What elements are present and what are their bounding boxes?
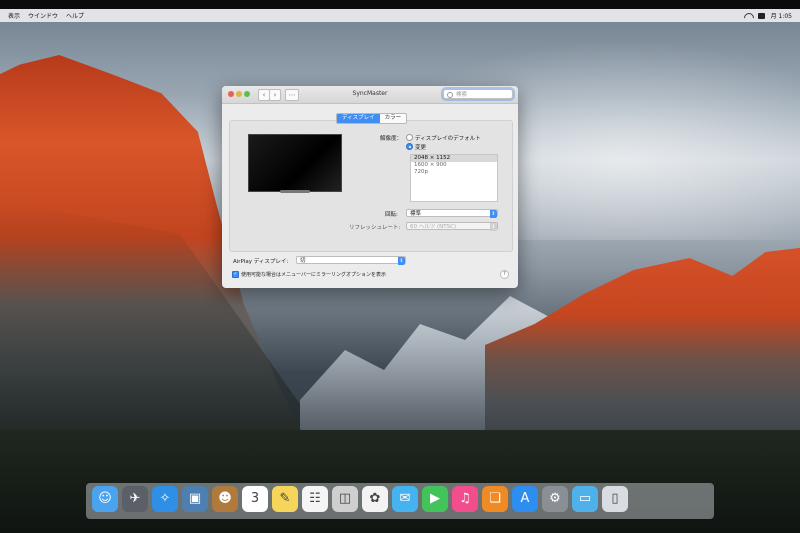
reminders-icon[interactable]: ☷ (302, 486, 328, 512)
search-field[interactable]: 検索 (441, 87, 515, 101)
refresh-rate-select[interactable]: 60 ヘルツ (NTSC) ⇕ (406, 222, 498, 231)
chevron-updown-icon: ⇕ (490, 223, 497, 231)
radio-default-label[interactable]: ディスプレイのデフォルト (415, 134, 481, 142)
menu-bar: 表示 ウインドウ ヘルプ 月 1:05 (0, 9, 800, 22)
radio-default[interactable] (406, 134, 413, 141)
photos-icon[interactable]: ✿ (362, 486, 388, 512)
notes-icon[interactable]: ✎ (272, 486, 298, 512)
airplay-value: 切 (300, 258, 306, 264)
messages-icon[interactable]: ✉ (392, 486, 418, 512)
rotation-label: 回転: (385, 212, 398, 218)
clock[interactable]: 月 1:05 (771, 11, 792, 20)
rotation-select[interactable]: 標準 ⇕ (406, 209, 498, 218)
menu-window[interactable]: ウインドウ (28, 11, 58, 20)
preview-icon[interactable]: ▣ (182, 486, 208, 512)
monitor-preview (248, 134, 342, 192)
airplay-label: AirPlay ディスプレイ: (233, 259, 289, 265)
resolution-item[interactable]: 2048 × 1152 (411, 155, 497, 162)
chevron-updown-icon: ⇕ (490, 210, 497, 218)
display-preferences-window: ‹ › ⋯ SyncMaster 検索 ディスプレイ カラー 解像度： ディスプ… (222, 86, 518, 288)
app-store-icon[interactable]: A (512, 486, 538, 512)
tab-bar: ディスプレイ カラー (336, 113, 408, 124)
monitor-stand (280, 190, 310, 193)
search-placeholder: 検索 (456, 92, 468, 98)
system-preferences-icon[interactable]: ⚙ (542, 486, 568, 512)
trash-icon[interactable]: ▯ (602, 486, 628, 512)
resolution-item[interactable]: 1600 × 900 (411, 162, 497, 169)
mirror-option-checkbox[interactable]: ✓ (232, 271, 239, 278)
menu-bar-status: 月 1:05 (744, 9, 792, 22)
rotation-value: 標準 (410, 211, 422, 217)
checkmark-icon: ✓ (233, 271, 238, 277)
ibooks-icon[interactable]: ❏ (482, 486, 508, 512)
refresh-rate-value: 60 ヘルツ (NTSC) (410, 224, 457, 230)
chevron-updown-icon: ⇕ (398, 257, 405, 265)
tab-color[interactable]: カラー (379, 114, 407, 123)
refresh-rate-label: リフレッシュレート: (349, 225, 401, 231)
desktop: 表示 ウインドウ ヘルプ 月 1:05 ‹ › ⋯ SyncMaster 検索 … (0, 0, 800, 533)
folder-icon[interactable]: ▭ (572, 486, 598, 512)
title-bar[interactable]: ‹ › ⋯ SyncMaster 検索 (222, 86, 518, 104)
itunes-icon[interactable]: ♫ (452, 486, 478, 512)
monitor-bezel (0, 0, 800, 9)
photo-booth-icon[interactable]: ◫ (332, 486, 358, 512)
resolution-item[interactable]: 720p (411, 169, 497, 176)
menu-help[interactable]: ヘルプ (66, 11, 84, 20)
help-button[interactable]: ? (500, 270, 509, 279)
input-source-icon[interactable] (757, 12, 765, 19)
facetime-icon[interactable]: ▶ (422, 486, 448, 512)
wifi-icon[interactable] (744, 13, 752, 19)
launchpad-icon[interactable]: ✈ (122, 486, 148, 512)
radio-scaled-label[interactable]: 変更 (415, 143, 426, 151)
contacts-icon[interactable]: ☻ (212, 486, 238, 512)
tab-display[interactable]: ディスプレイ (337, 114, 380, 123)
menu-view[interactable]: 表示 (8, 11, 20, 20)
dock-icons: ☺ ✈ ✧ ▣ ☻ 3 ✎ ☷ ◫ ✿ ✉ ▶ ♫ ❏ A ⚙ ▭ ▯ (92, 486, 628, 512)
safari-icon[interactable]: ✧ (152, 486, 178, 512)
resolution-label: 解像度： (380, 136, 403, 142)
resolution-list[interactable]: 2048 × 1152 1600 × 900 720p (410, 154, 498, 202)
search-icon (447, 92, 453, 98)
finder-icon[interactable]: ☺ (92, 486, 118, 512)
calendar-icon[interactable]: 3 (242, 486, 268, 512)
airplay-select[interactable]: 切 ⇕ (296, 256, 406, 265)
radio-scaled[interactable] (406, 143, 413, 150)
mirror-option-label[interactable]: 使用可能な場合はメニューバーにミラーリングオプションを表示 (241, 271, 386, 278)
